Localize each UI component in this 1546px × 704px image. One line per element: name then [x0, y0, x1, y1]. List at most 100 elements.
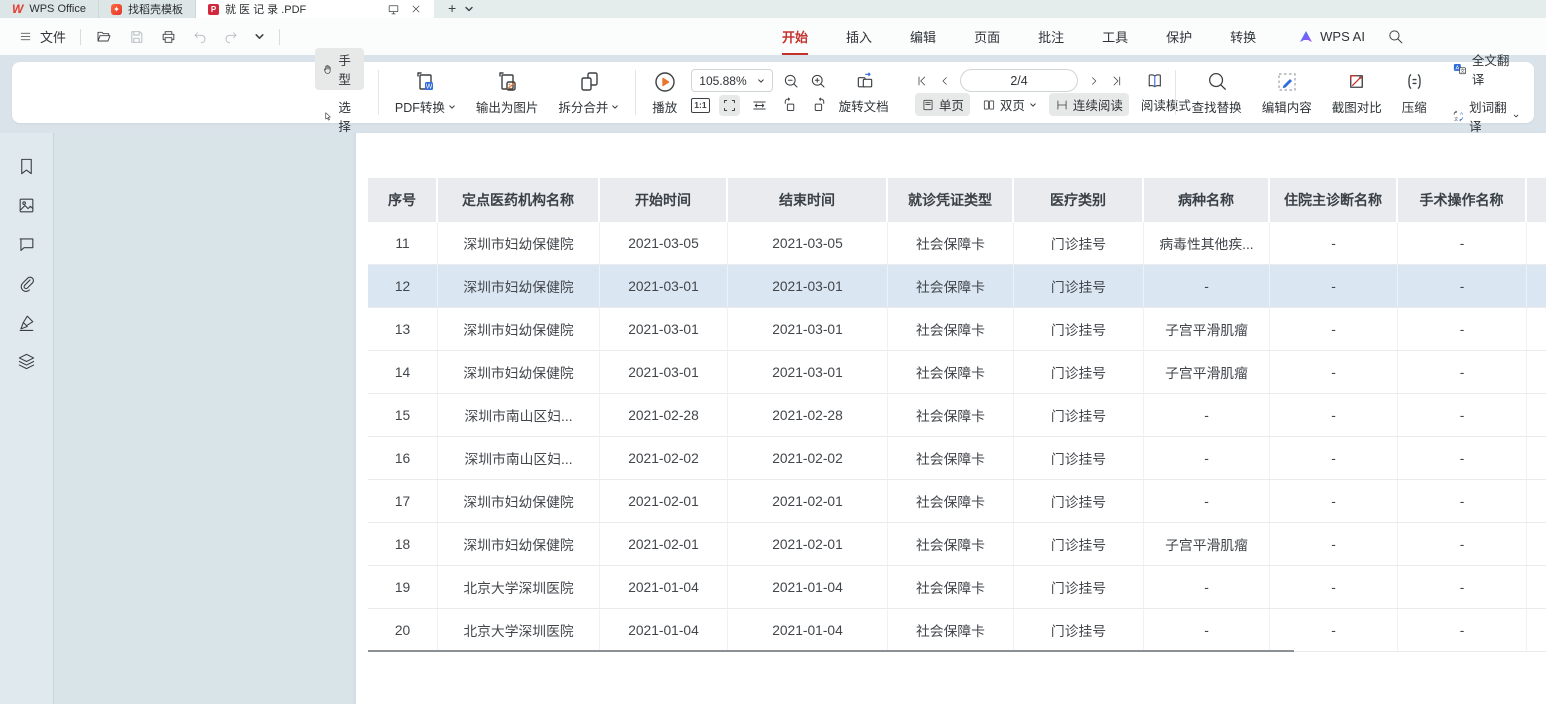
menu-tab[interactable]: 编辑	[908, 23, 938, 50]
divider	[635, 70, 636, 115]
bookmark-icon[interactable]	[17, 157, 36, 176]
tab-wps-office[interactable]: W WPS Office	[0, 0, 99, 18]
menu-tab[interactable]: 工具	[1100, 23, 1130, 50]
hamburger-icon[interactable]	[18, 30, 33, 43]
actual-size-button[interactable]: 1:1	[691, 98, 709, 113]
table-cell: 子宫平滑肌瘤	[1144, 523, 1270, 565]
table-cell: 2021-02-02	[728, 437, 888, 479]
split-merge-button[interactable]: 拆分合并	[548, 62, 629, 123]
menu-tab[interactable]: 批注	[1036, 23, 1066, 50]
present-icon[interactable]	[387, 3, 400, 16]
image-icon[interactable]	[17, 196, 36, 215]
print-icon[interactable]	[160, 29, 177, 45]
search-icon[interactable]	[1387, 28, 1404, 45]
comment-icon[interactable]	[17, 235, 36, 254]
table-cell: 深圳市妇幼保健院	[438, 351, 600, 393]
table-cell: -	[1144, 609, 1270, 651]
save-icon[interactable]	[128, 29, 145, 45]
double-page-button[interactable]: 双页	[976, 93, 1043, 116]
read-mode-icon	[1145, 71, 1165, 90]
rotate-right-icon	[811, 97, 828, 114]
compress-button[interactable]: 压缩	[1392, 62, 1437, 123]
zoom-out-icon[interactable]	[782, 72, 800, 90]
svg-text:W: W	[426, 84, 433, 91]
menu-tab[interactable]: 页面	[972, 23, 1002, 50]
export-image-button[interactable]: 输出为图片	[466, 62, 549, 123]
divider	[378, 70, 379, 115]
play-button[interactable]: 播放	[642, 62, 687, 123]
menu-tab[interactable]: 转换	[1228, 23, 1258, 50]
table-row: 19北京大学深圳医院2021-01-042021-01-04社会保障卡门诊挂号-…	[368, 566, 1546, 609]
page-indicator-input[interactable]: 2/4	[960, 69, 1078, 92]
table-header-cell: 开始时间	[600, 178, 728, 222]
undo-icon[interactable]	[192, 29, 208, 44]
table-cell: -	[1398, 480, 1527, 522]
select-tool-button[interactable]: 选择	[315, 95, 364, 137]
table-header-cell: 序号	[368, 178, 438, 222]
table-cell: -	[1270, 351, 1398, 393]
word-translate-icon: A文	[1452, 108, 1464, 124]
hand-tool-button[interactable]: 手型	[315, 48, 364, 90]
table-cell: 深圳市妇幼保健院	[438, 480, 600, 522]
table-cell: -	[1398, 308, 1527, 350]
wps-ai-button[interactable]: WPS AI	[1298, 29, 1365, 44]
menu-tab[interactable]: 保护	[1164, 23, 1194, 50]
fit-page-button[interactable]	[719, 95, 740, 116]
menu-bar: 文件 开始 插入 编辑 页面 批注 工具 保护 转换 WPS AI	[0, 18, 1546, 55]
screenshot-compare-button[interactable]: 截图对比	[1322, 62, 1392, 123]
close-tab-icon[interactable]	[410, 3, 422, 15]
continuous-read-button[interactable]: 连续阅读	[1049, 93, 1129, 116]
tab-medical-record-pdf[interactable]: P 就 医 记 录 .PDF	[196, 0, 434, 18]
single-page-button[interactable]: 单页	[915, 93, 970, 116]
edit-content-label: 编辑内容	[1262, 97, 1312, 116]
single-page-icon	[921, 98, 935, 112]
tab-docer-templates[interactable]: ✦ 找稻壳模板	[99, 0, 196, 18]
signature-pen-icon[interactable]	[17, 313, 36, 332]
last-page-icon[interactable]	[1110, 74, 1124, 88]
fit-width-button[interactable]	[749, 95, 770, 116]
rotate-left-button[interactable]	[779, 95, 800, 116]
table-cell: 社会保障卡	[888, 308, 1014, 350]
wps-logo: W	[12, 2, 23, 16]
layers-icon[interactable]	[17, 352, 36, 371]
zoom-value: 105.88%	[699, 74, 746, 88]
table-row: 16深圳市南山区妇...2021-02-022021-02-02社会保障卡门诊挂…	[368, 437, 1546, 480]
table-cell: 子宫平滑肌瘤	[1144, 308, 1270, 350]
quickbar-chevron-icon[interactable]	[254, 32, 265, 41]
table-cell: 深圳市妇幼保健院	[438, 523, 600, 565]
rotate-right-button[interactable]	[809, 95, 830, 116]
pdf-convert-icon: W	[413, 70, 437, 94]
first-page-icon[interactable]	[915, 74, 929, 88]
single-page-label: 单页	[939, 95, 964, 114]
table-cell: 2021-03-05	[600, 222, 728, 264]
table-cell	[1527, 351, 1546, 393]
table-cell	[1527, 394, 1546, 436]
find-replace-button[interactable]: 查找替换	[1182, 62, 1252, 123]
rotate-document-button[interactable]: 旋转文档	[839, 96, 889, 115]
left-tool-strip	[0, 133, 54, 704]
tab-list-chevron-icon[interactable]	[464, 0, 474, 18]
prev-page-icon[interactable]	[939, 74, 951, 88]
table-header-cell: 结束时间	[728, 178, 888, 222]
full-translate-label: 全文翻译	[1472, 50, 1519, 88]
open-folder-icon[interactable]	[95, 29, 113, 45]
edit-content-button[interactable]: 编辑内容	[1252, 62, 1322, 123]
menu-tab[interactable]: 开始	[780, 23, 810, 50]
table-cell: 2021-01-04	[728, 566, 888, 608]
table-cell: 2021-03-01	[600, 265, 728, 307]
full-translate-icon: A文	[1452, 61, 1467, 77]
attachment-icon[interactable]	[17, 274, 36, 293]
full-translate-button[interactable]: A文 全文翻译	[1445, 48, 1526, 90]
menu-tab[interactable]: 插入	[844, 23, 874, 50]
zoom-in-icon[interactable]	[809, 72, 827, 90]
redo-icon[interactable]	[223, 29, 239, 44]
pdf-convert-button[interactable]: W PDF转换	[385, 62, 466, 123]
word-translate-button[interactable]: A文 划词翻译	[1445, 95, 1526, 137]
new-tab-button[interactable]: +	[448, 0, 456, 18]
table-header-cell: 手术操作名称	[1398, 178, 1527, 222]
table-header-cell	[1527, 178, 1546, 222]
zoom-level-select[interactable]: 105.88%	[691, 69, 773, 92]
table-header-cell: 病种名称	[1144, 178, 1270, 222]
file-menu[interactable]: 文件	[40, 27, 66, 46]
next-page-icon[interactable]	[1088, 74, 1100, 88]
